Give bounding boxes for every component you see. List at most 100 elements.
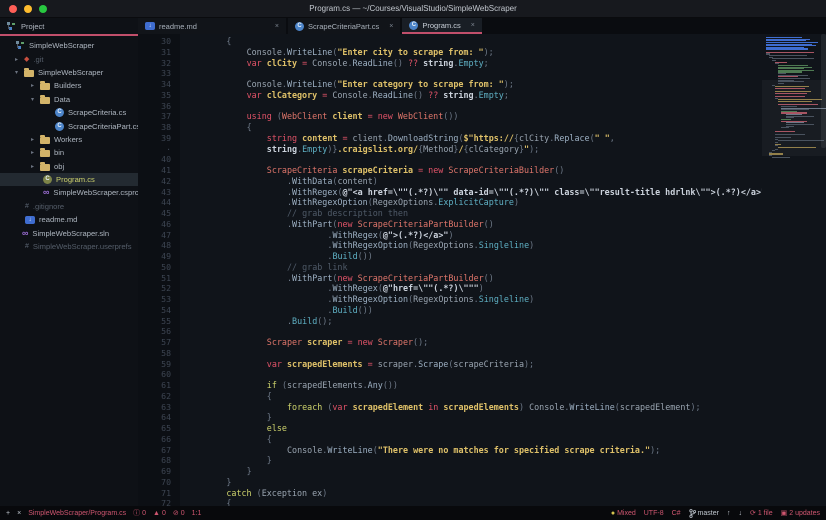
tree-item-scrapecriteria-cs[interactable]: C ScrapeCriteria.cs — [0, 106, 138, 119]
line-number[interactable]: 31 — [138, 47, 171, 58]
code-editor[interactable]: {Console.WriteLine("Enter city to scrape… — [180, 34, 826, 506]
tree-item-simplewebscraper-csproj[interactable]: ∞ SimpleWebScraper.csproj — [0, 186, 138, 199]
line-number[interactable]: 56 — [138, 326, 171, 337]
code-line[interactable]: { — [180, 36, 826, 47]
line-number[interactable]: 64 — [138, 412, 171, 423]
code-line[interactable] — [180, 101, 826, 112]
add-icon[interactable]: + — [6, 510, 10, 517]
line-number[interactable]: 54 — [138, 305, 171, 316]
tab-close-icon[interactable]: × — [465, 22, 475, 29]
code-line[interactable]: // grab description then — [180, 208, 826, 219]
tab-close-icon[interactable]: × — [383, 23, 393, 30]
line-number[interactable]: 57 — [138, 337, 171, 348]
code-line[interactable]: } — [180, 412, 826, 423]
minimap[interactable] — [762, 34, 826, 506]
tab-close-icon[interactable]: × — [269, 23, 279, 30]
line-number[interactable]: 50 — [138, 262, 171, 273]
chevron-icon[interactable]: ▸ — [29, 163, 36, 170]
tree-item-readme-md[interactable]: ↓ readme.md — [0, 213, 138, 226]
code-line[interactable]: string.Empty)}.craigslist.org/{Method}/{… — [180, 144, 826, 155]
code-line[interactable]: Console.WriteLine("Enter city to scrape … — [180, 47, 826, 58]
tab-program-cs[interactable]: C Program.cs × — [402, 18, 482, 34]
line-number[interactable]: 59 — [138, 359, 171, 370]
line-number[interactable]: 53 — [138, 294, 171, 305]
line-number[interactable]: 71 — [138, 488, 171, 499]
tree-item-simplewebscraper[interactable]: ▾ SimpleWebScraper — [0, 66, 138, 79]
caret-position[interactable]: 1:1 — [192, 510, 202, 517]
code-line[interactable]: .WithData(content) — [180, 176, 826, 187]
tree-item-data[interactable]: ▾ Data — [0, 93, 138, 106]
scrollbar-thumb[interactable] — [821, 34, 826, 148]
tab-scrapecriteriapart-cs[interactable]: C ScrapeCriteriaPart.cs × — [288, 18, 401, 34]
code-line[interactable]: .WithRegexOption(RegexOptions.ExplicitCa… — [180, 197, 826, 208]
line-number[interactable]: 44 — [138, 197, 171, 208]
code-line[interactable] — [180, 326, 826, 337]
line-number[interactable]: 49 — [138, 251, 171, 262]
line-number[interactable]: 40 — [138, 154, 171, 165]
tree-item-bin[interactable]: ▸ bin — [0, 146, 138, 159]
updates-status[interactable]: ▣ 2 updates — [781, 509, 820, 518]
line-number[interactable]: 52 — [138, 283, 171, 294]
code-line[interactable]: catch (Exception ex) — [180, 488, 826, 499]
line-number[interactable]: 67 — [138, 445, 171, 456]
line-number[interactable]: 46 — [138, 219, 171, 230]
line-number[interactable]: 51 — [138, 273, 171, 284]
code-line[interactable]: .WithRegexOption(RegexOptions.Singleline… — [180, 294, 826, 305]
code-line[interactable]: if (scrapedElements.Any()) — [180, 380, 826, 391]
code-line[interactable]: } — [180, 455, 826, 466]
warning-counter[interactable]: ▲ 0 — [153, 510, 166, 517]
tree-item-workers[interactable]: ▸ Workers — [0, 133, 138, 146]
code-line[interactable]: .WithRegex(@">(.*?)</a>") — [180, 230, 826, 241]
line-number[interactable]: · — [138, 144, 171, 155]
error-counter[interactable]: ⊘ 0 — [173, 509, 185, 518]
line-number[interactable]: 39 — [138, 133, 171, 144]
tree-item-simplewebscraper[interactable]: SimpleWebScraper — [0, 39, 138, 52]
code-line[interactable] — [180, 154, 826, 165]
tree-item-program-cs[interactable]: C Program.cs — [0, 172, 138, 187]
code-line[interactable]: ScrapeCriteria scrapeCriteria = new Scra… — [180, 165, 826, 176]
chevron-icon[interactable]: ▸ — [13, 56, 20, 63]
sidebar-header[interactable]: Project — [0, 18, 138, 36]
code-line[interactable]: } — [180, 466, 826, 477]
code-line[interactable]: { — [180, 498, 826, 506]
code-line[interactable]: .WithRegex(@"<a href=\""(.*?)\"" data-id… — [180, 187, 826, 198]
encoding-indicator[interactable]: UTF-8 — [644, 510, 664, 517]
line-number-gutter[interactable]: 30 31 32 33 34 35 36 37 38 39 · 40 41 42 43 44 45 46 47 48 4… — [138, 34, 180, 506]
active-file-path[interactable]: SimpleWebScraper/Program.cs — [28, 510, 126, 517]
sync-status[interactable]: ⟳ 1 file — [750, 509, 773, 518]
code-line[interactable]: .Build()) — [180, 251, 826, 262]
line-number[interactable]: 60 — [138, 369, 171, 380]
git-branch[interactable]: master — [688, 508, 719, 518]
code-line[interactable]: .Build()) — [180, 305, 826, 316]
code-line[interactable]: { — [180, 391, 826, 402]
line-number[interactable]: 72 — [138, 498, 171, 506]
code-line[interactable]: Console.WriteLine("Enter category to scr… — [180, 79, 826, 90]
language-indicator[interactable]: C# — [672, 510, 681, 517]
line-number[interactable]: 48 — [138, 240, 171, 251]
line-ending-indicator[interactable]: ● Mixed — [611, 510, 636, 517]
code-line[interactable]: Scraper scraper = new Scraper(); — [180, 337, 826, 348]
line-number[interactable]: 43 — [138, 187, 171, 198]
line-number[interactable]: 47 — [138, 230, 171, 241]
code-line[interactable]: else — [180, 423, 826, 434]
line-number[interactable]: 41 — [138, 165, 171, 176]
tree-item-simplewebscraper-sln[interactable]: ∞ SimpleWebScraper.sln — [0, 226, 138, 239]
chevron-icon[interactable]: ▸ — [29, 136, 36, 143]
line-number[interactable]: 35 — [138, 90, 171, 101]
code-line[interactable] — [180, 348, 826, 359]
code-line[interactable]: { — [180, 434, 826, 445]
line-number[interactable]: 42 — [138, 176, 171, 187]
line-number[interactable]: 38 — [138, 122, 171, 133]
line-number[interactable]: 32 — [138, 58, 171, 69]
chevron-icon[interactable]: ▾ — [13, 69, 20, 76]
tree-item--gitignore[interactable]: # .gitignore — [0, 200, 138, 213]
tree-item--git[interactable]: ▸ ◆ .git — [0, 52, 138, 65]
line-number[interactable]: 30 — [138, 36, 171, 47]
maximize-window-button[interactable] — [39, 5, 47, 13]
code-line[interactable]: .WithPart(new ScrapeCriteriaPartBuilder(… — [180, 273, 826, 284]
line-number[interactable]: 65 — [138, 423, 171, 434]
code-line[interactable]: } — [180, 477, 826, 488]
code-line[interactable]: string content = client.DownloadString($… — [180, 133, 826, 144]
push-arrow-icon[interactable]: ↑ — [727, 510, 731, 517]
line-number[interactable]: 70 — [138, 477, 171, 488]
